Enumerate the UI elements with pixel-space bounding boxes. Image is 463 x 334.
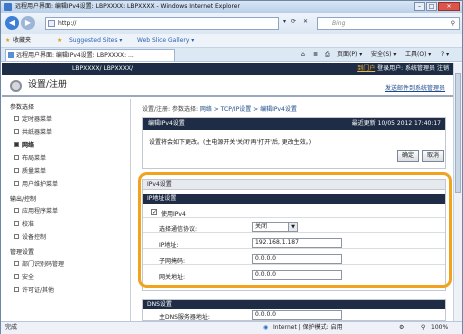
web-slice-link[interactable]: Web Slice Gallery ▾: [137, 34, 194, 48]
forward-icon[interactable]: ▶: [21, 16, 35, 30]
maximize-button[interactable]: □: [426, 2, 437, 11]
breadcrumb-prefix: 设置/注册: 参数选择:: [142, 106, 200, 113]
tab-favicon-icon: [8, 52, 14, 58]
page-header: 设置/注册 发送邮件到系统管理员: [2, 75, 453, 97]
settings-icon: [10, 80, 22, 92]
favorites-star-icon: ★: [5, 37, 11, 44]
stop-icon[interactable]: ✕: [303, 18, 308, 25]
security-icon[interactable]: ⚙: [399, 322, 404, 334]
panel-message: 设置将会如下更改。(主电源开关'关闭'再'打开'后, 更改生效。): [149, 139, 312, 146]
home-icon[interactable]: ⌂: [301, 48, 305, 62]
page-content: LBPXXXX/ LBPXXXX/ 到门户 登录用户: 系统管理员 注销 设置/…: [2, 63, 453, 321]
zoom-level[interactable]: 100%: [431, 322, 448, 334]
browser-tab[interactable]: 远程用户界面: 编辑IPv4设置: LBPXXXX: ...: [5, 49, 175, 61]
page-icon: [48, 20, 55, 27]
portal-link[interactable]: 到门户: [357, 65, 375, 72]
status-text: 完成: [5, 324, 18, 331]
window-title: 远程用户界面: 编辑IPv4设置: LBPXXXX: LBPXXXX - Win…: [15, 3, 240, 10]
add-favorite-icon[interactable]: ★: [57, 34, 62, 48]
url-text: http://: [58, 20, 77, 27]
sidebar-item-license[interactable]: 许可证/其他: [13, 285, 54, 294]
suggested-sites-link[interactable]: Suggested Sites ▾: [69, 34, 122, 48]
back-icon[interactable]: ◀: [5, 16, 19, 30]
sidebar-item-calibration[interactable]: 校准: [13, 219, 34, 228]
help-menu[interactable]: ? ▾: [441, 48, 449, 62]
logout-link[interactable]: 注销: [437, 65, 449, 72]
safety-menu[interactable]: 安全(S) ▾: [371, 48, 396, 62]
edit-panel: 编辑IPv4设置 最近更新 10/05 2012 17:40:17 设置将会如下…: [142, 117, 446, 169]
sidebar-item-layout[interactable]: 布局菜单: [13, 153, 46, 162]
search-input[interactable]: Bing ⚲: [317, 17, 460, 30]
ok-button[interactable]: 确定: [397, 150, 419, 162]
sidebar-section-output: 输出/控制: [10, 196, 37, 203]
mail-admin-link[interactable]: 发送邮件到系统管理员: [385, 83, 445, 92]
status-bar: 完成 ◉ Internet | 保护模式: 启用 ⚙ ⚲ 100%: [1, 321, 462, 334]
refresh-icon[interactable]: ⟳: [291, 18, 296, 25]
sidebar-item-paper[interactable]: 共纸器菜单: [13, 127, 52, 136]
panel-header: 编辑IPv4设置 最近更新 10/05 2012 17:40:17: [143, 118, 445, 130]
tools-menu[interactable]: 工具(O) ▾: [405, 48, 431, 62]
zone-text: Internet | 保护模式: 启用: [273, 324, 343, 331]
search-placeholder: Bing: [332, 20, 346, 27]
minimize-button[interactable]: –: [414, 2, 425, 11]
globe-icon: ◉: [263, 324, 269, 331]
vertical-scrollbar[interactable]: [453, 63, 462, 321]
device-name: LBPXXXX/ LBPXXXX/: [72, 65, 133, 72]
primary-dns-field[interactable]: 0.0.0.0: [252, 310, 342, 320]
sidebar-section-management: 管理设置: [10, 249, 35, 256]
top-banner: LBPXXXX/ LBPXXXX/ 到门户 登录用户: 系统管理员 注销: [2, 63, 453, 75]
zoom-icon[interactable]: ⚲: [421, 322, 425, 334]
banner-right: 到门户 登录用户: 系统管理员 注销: [357, 63, 449, 75]
page-title: 设置/注册: [28, 80, 68, 90]
breadcrumb: 设置/注册: 参数选择: 网络 > TCP/IP设置 > 编辑IPv4设置: [142, 104, 297, 113]
sidebar-item-department-id[interactable]: 部门识别码管理: [13, 259, 64, 268]
feeds-icon[interactable]: ≣: [313, 48, 318, 62]
url-field[interactable]: http://: [45, 17, 279, 30]
sidebar: 参数选择 定时器菜单 共纸器菜单 网络 布局菜单 质量菜单 用户维护菜单 输出/…: [2, 99, 131, 321]
sidebar-section-preferences: 参数选择: [10, 104, 35, 111]
favorites-button[interactable]: 收藏夹: [13, 34, 31, 48]
sidebar-item-security[interactable]: 安全: [13, 272, 34, 281]
sidebar-item-network[interactable]: 网络: [13, 140, 34, 149]
sidebar-item-timer[interactable]: 定时器菜单: [13, 114, 52, 123]
dns-settings: DNS设置 主DNS服务器地址: 0.0.0.0: [142, 299, 446, 321]
browser-window: 远程用户界面: 编辑IPv4设置: LBPXXXX: LBPXXXX - Win…: [0, 0, 463, 334]
sidebar-item-user-maintenance[interactable]: 用户维护菜单: [13, 179, 58, 188]
ie-icon: [4, 3, 12, 11]
sidebar-item-device-control[interactable]: 设备控制: [13, 232, 46, 241]
sidebar-item-application[interactable]: 应用程序菜单: [13, 206, 58, 215]
breadcrumb-path[interactable]: 网络 > TCP/IP设置 > 编辑IPv4设置: [200, 106, 297, 113]
highlight-frame: [138, 172, 452, 288]
title-bar: 远程用户界面: 编辑IPv4设置: LBPXXXX: LBPXXXX - Win…: [1, 1, 462, 13]
sidebar-item-quality[interactable]: 质量菜单: [13, 166, 46, 175]
dns-section-title: DNS设置: [143, 300, 445, 309]
page-menu[interactable]: 页面(P) ▾: [337, 48, 362, 62]
address-bar: ◀ ▶ http:// ▾ ⟳ ✕ Bing ⚲: [1, 13, 462, 34]
print-icon[interactable]: ⎙: [325, 48, 330, 62]
tab-bar: 远程用户界面: 编辑IPv4设置: LBPXXXX: ... ⌂ ≣ ⎙ 页面(…: [1, 48, 462, 62]
favorites-bar: ★ 收藏夹 ★ Suggested Sites ▾ Web Slice Gall…: [1, 34, 462, 48]
search-icon[interactable]: ⚲: [451, 18, 455, 29]
panel-title: 编辑IPv4设置: [148, 120, 185, 127]
login-user: 登录用户: 系统管理员: [377, 65, 436, 72]
scrollbar-thumb[interactable]: [455, 73, 461, 193]
cancel-button[interactable]: 取消: [422, 150, 444, 162]
close-button[interactable]: ✕: [438, 2, 460, 11]
tab-label: 远程用户界面: 编辑IPv4设置: LBPXXXX: ...: [16, 52, 134, 59]
last-updated: 最近更新 10/05 2012 17:40:17: [351, 120, 441, 127]
primary-dns-label: 主DNS服务器地址:: [159, 314, 210, 321]
dropdown-icon[interactable]: ▾: [283, 18, 286, 25]
